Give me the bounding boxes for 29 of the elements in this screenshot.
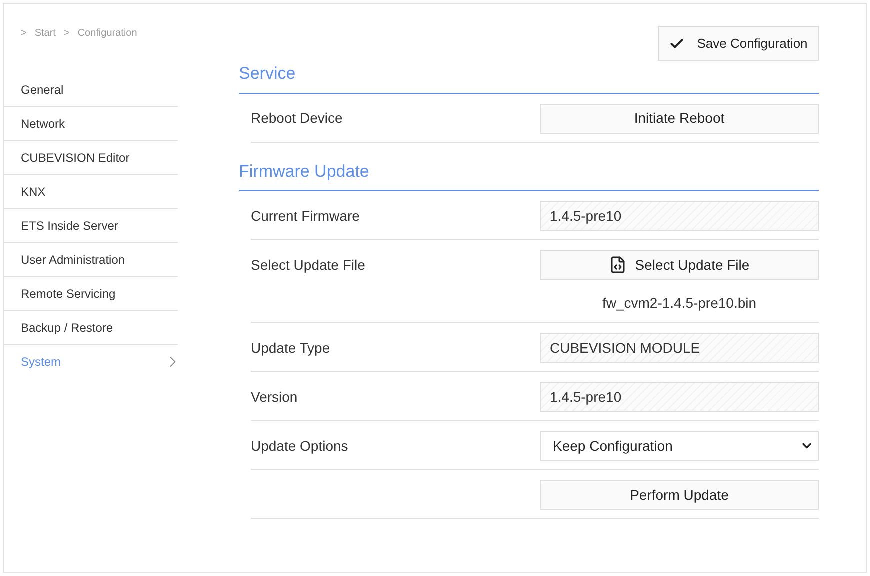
breadcrumb-separator: > — [64, 27, 70, 41]
code-file-icon — [609, 256, 628, 274]
row-label: Update Type — [251, 338, 330, 358]
section-heading: Firmware Update — [239, 158, 819, 191]
readonly-field: CUBEVISION MODULE — [540, 333, 819, 363]
row-label: Update Options — [251, 436, 348, 456]
file-select-button[interactable]: Select Update File — [540, 250, 819, 280]
row-label: Reboot Device — [251, 109, 343, 128]
select-field[interactable]: Keep Configuration — [540, 431, 819, 461]
row-label: Select Update File — [251, 256, 366, 275]
sidebar-item[interactable]: ETS Inside Server — [4, 209, 178, 243]
readonly-field: 1.4.5-pre10 — [540, 201, 819, 231]
sidebar-item[interactable]: CUBEVISION Editor — [4, 141, 178, 175]
row-label: Current Firmware — [251, 206, 360, 226]
sidebar-item[interactable]: Network — [4, 107, 178, 141]
section-heading: Service — [239, 61, 819, 94]
action-button[interactable]: Perform Update — [540, 480, 819, 510]
breadcrumb-separator: > — [21, 27, 27, 41]
sidebar-item[interactable]: User Administration — [4, 243, 178, 277]
sidebar-item[interactable]: KNX — [4, 175, 178, 209]
action-button[interactable]: Initiate Reboot — [540, 104, 819, 134]
sidebar-item[interactable]: General — [4, 73, 178, 107]
select-value: Keep Configuration — [553, 436, 673, 456]
sidebar-item[interactable]: Remote Servicing — [4, 277, 178, 311]
row-label: Version — [251, 388, 298, 406]
file-name: fw_cvm2-1.4.5-pre10.bin — [602, 294, 757, 313]
sidebar-item[interactable]: Backup / Restore — [4, 311, 178, 345]
save-button[interactable]: Save Configuration — [658, 26, 819, 61]
readonly-field: 1.4.5-pre10 — [540, 382, 819, 412]
